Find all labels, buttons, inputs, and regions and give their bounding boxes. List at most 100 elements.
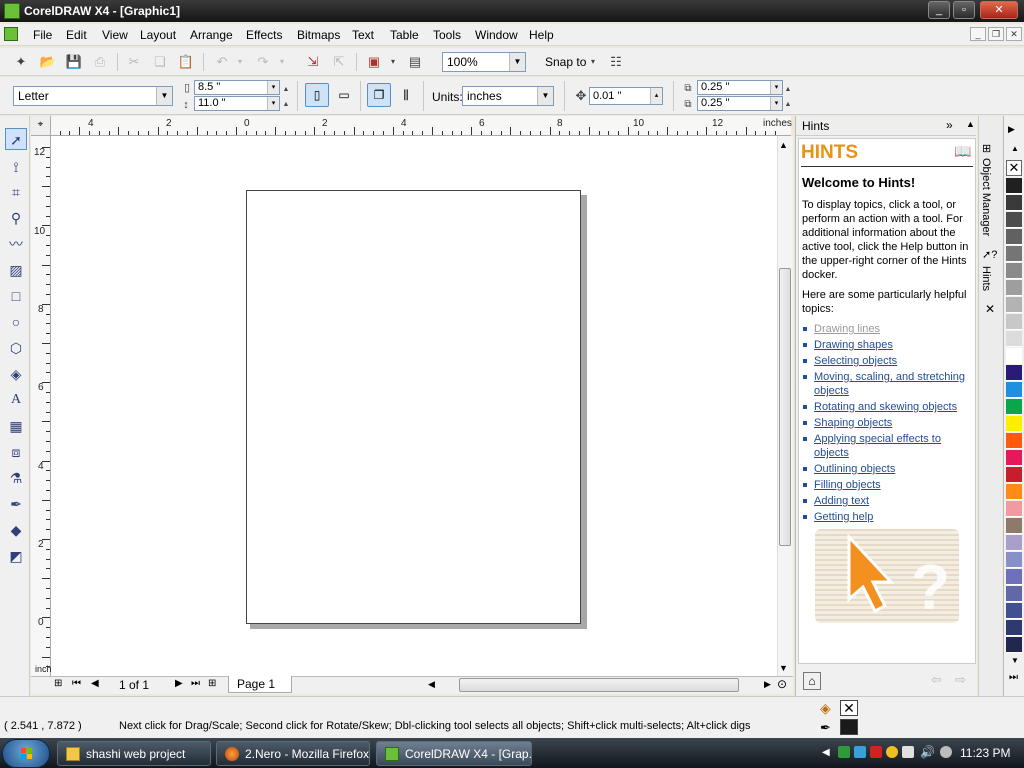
scroll-left-icon[interactable]: ◀ (428, 679, 435, 690)
chevron-down-icon[interactable]: ▼ (156, 87, 172, 105)
menu-text[interactable]: Text (352, 28, 374, 42)
menu-view[interactable]: View (102, 28, 128, 42)
hint-link-getting-help[interactable]: Getting help (814, 510, 974, 524)
color-swatch[interactable] (1006, 501, 1022, 517)
zoom-levels-combo[interactable]: 100% ▼ (442, 52, 526, 72)
fill-none-swatch[interactable]: ✕ (840, 700, 858, 716)
expand-docker-icon[interactable]: » (946, 118, 953, 132)
redo-dropdown-icon[interactable]: ▾ (277, 53, 287, 71)
color-swatch[interactable] (1006, 297, 1022, 313)
color-swatch[interactable] (1006, 195, 1022, 211)
coreldraw-app-icon[interactable] (4, 3, 20, 19)
palette-expand-icon[interactable]: ⏭ (1009, 672, 1018, 683)
zoom-tool-icon[interactable]: ⚲ (5, 207, 27, 229)
menu-arrange[interactable]: Arrange (190, 28, 233, 42)
current-page-button[interactable]: ⫼ (394, 83, 418, 107)
color-swatch[interactable] (1006, 569, 1022, 585)
print-icon[interactable]: ⎙ (91, 53, 109, 71)
hint-link-filling-objects[interactable]: Filling objects (814, 478, 974, 492)
open-icon[interactable]: 📂 (39, 53, 57, 71)
color-swatch[interactable] (1006, 246, 1022, 262)
tray-app-icon[interactable] (870, 746, 882, 758)
object-manager-tab-icon[interactable]: ⊞ (982, 142, 991, 155)
units-combo[interactable]: inches ▼ (462, 86, 554, 106)
all-pages-button[interactable]: ❐ (367, 83, 391, 107)
color-swatch[interactable] (1006, 399, 1022, 415)
spin-icon[interactable]: ▾ (267, 97, 279, 110)
network-icon[interactable] (940, 746, 952, 758)
color-swatch[interactable] (1006, 603, 1022, 619)
help-book-icon[interactable]: 📖 (954, 143, 971, 160)
menu-layout[interactable]: Layout (140, 28, 176, 42)
minimize-button[interactable]: _ (928, 1, 950, 19)
polygon-tool-icon[interactable]: ⬡ (5, 337, 27, 359)
spin-up-icon[interactable]: ▲ (282, 96, 290, 114)
color-swatch[interactable] (1006, 467, 1022, 483)
menu-window[interactable]: Window (475, 28, 518, 42)
outline-color-swatch[interactable] (840, 719, 858, 735)
color-swatch[interactable] (1006, 365, 1022, 381)
hint-link-drawing-lines[interactable]: Drawing lines (814, 322, 974, 336)
fill-tool-icon[interactable]: ◆ (5, 519, 27, 541)
welcome-screen-icon[interactable]: ▤ (406, 53, 424, 71)
color-swatch[interactable] (1006, 263, 1022, 279)
horizontal-ruler[interactable] (31, 116, 791, 136)
menu-bitmaps[interactable]: Bitmaps (297, 28, 340, 42)
crop-tool-icon[interactable]: ⌗ (5, 181, 27, 203)
portrait-button[interactable]: ▯ (305, 83, 329, 107)
page-width-field[interactable]: 8.5 " ▾ (194, 80, 280, 95)
landscape-button[interactable]: ▭ (332, 83, 356, 107)
next-page-icon[interactable]: ▶ (175, 678, 183, 689)
cut-icon[interactable]: ✂ (125, 53, 143, 71)
color-swatch[interactable] (1006, 331, 1022, 347)
start-button[interactable] (2, 739, 50, 768)
color-swatch[interactable] (1006, 348, 1022, 364)
previous-page-icon[interactable]: ◀ (91, 678, 99, 689)
tab-close-icon[interactable]: ✕ (985, 302, 995, 316)
taskbar-item-firefox[interactable]: 2.Nero - Mozilla Firefox (216, 741, 370, 766)
color-swatch[interactable] (1006, 484, 1022, 500)
menu-effects[interactable]: Effects (246, 28, 282, 42)
home-icon[interactable]: ⌂ (803, 672, 821, 690)
menu-edit[interactable]: Edit (66, 28, 87, 42)
spin-icon[interactable]: ▾ (770, 81, 782, 94)
snap-to-button[interactable]: Snap to (545, 55, 586, 69)
hint-link-outlining-objects[interactable]: Outlining objects (814, 462, 974, 476)
tab-hints[interactable]: Hints (980, 266, 992, 291)
horizontal-scroll-thumb[interactable] (459, 678, 739, 692)
taskbar-item-folder[interactable]: shashi web project (57, 741, 211, 766)
fill-indicator-icon[interactable]: ◈ (820, 700, 831, 717)
document-icon[interactable] (4, 27, 18, 41)
color-swatch[interactable] (1006, 535, 1022, 551)
palette-scroll-down-icon[interactable]: ▼ (1011, 656, 1019, 665)
paper-type-combo[interactable]: Letter ▼ (13, 86, 173, 106)
first-page-icon[interactable]: ⏮ (72, 678, 81, 689)
snap-dropdown-icon[interactable]: ▾ (588, 53, 598, 71)
freehand-tool-icon[interactable]: 〰 (5, 233, 27, 255)
rectangle-tool-icon[interactable]: □ (5, 285, 27, 307)
vertical-scroll-thumb[interactable] (779, 268, 791, 546)
interactive-fill-tool-icon[interactable]: ◩ (5, 545, 27, 567)
maximize-button[interactable]: ▫ (953, 1, 975, 19)
undo-dropdown-icon[interactable]: ▾ (235, 53, 245, 71)
back-arrow-icon[interactable]: ⇦ (931, 672, 942, 688)
scroll-down-icon[interactable]: ▼ (779, 663, 788, 673)
color-swatch[interactable] (1006, 586, 1022, 602)
spin-icon[interactable]: ▾ (267, 81, 279, 94)
page-tab[interactable]: Page 1 (228, 676, 292, 693)
save-icon[interactable]: 💾 (65, 53, 83, 71)
paste-icon[interactable]: 📋 (177, 53, 195, 71)
collapse-docker-icon[interactable]: ▲ (966, 119, 975, 129)
scroll-up-icon[interactable]: ▲ (779, 140, 788, 150)
close-button[interactable]: ✕ (980, 1, 1018, 19)
new-icon[interactable]: ✦ (12, 53, 30, 71)
color-swatch[interactable] (1006, 416, 1022, 432)
hint-link-adding-text[interactable]: Adding text (814, 494, 974, 508)
hint-link-special-effects[interactable]: objects (814, 446, 974, 460)
doc-minimize-button[interactable]: _ (970, 27, 986, 41)
menu-file[interactable]: File (33, 28, 52, 42)
chevron-down-icon[interactable]: ▼ (537, 87, 553, 105)
color-swatch[interactable] (1006, 314, 1022, 330)
vertical-ruler[interactable] (31, 136, 51, 678)
chevron-down-icon[interactable]: ▼ (509, 53, 525, 71)
